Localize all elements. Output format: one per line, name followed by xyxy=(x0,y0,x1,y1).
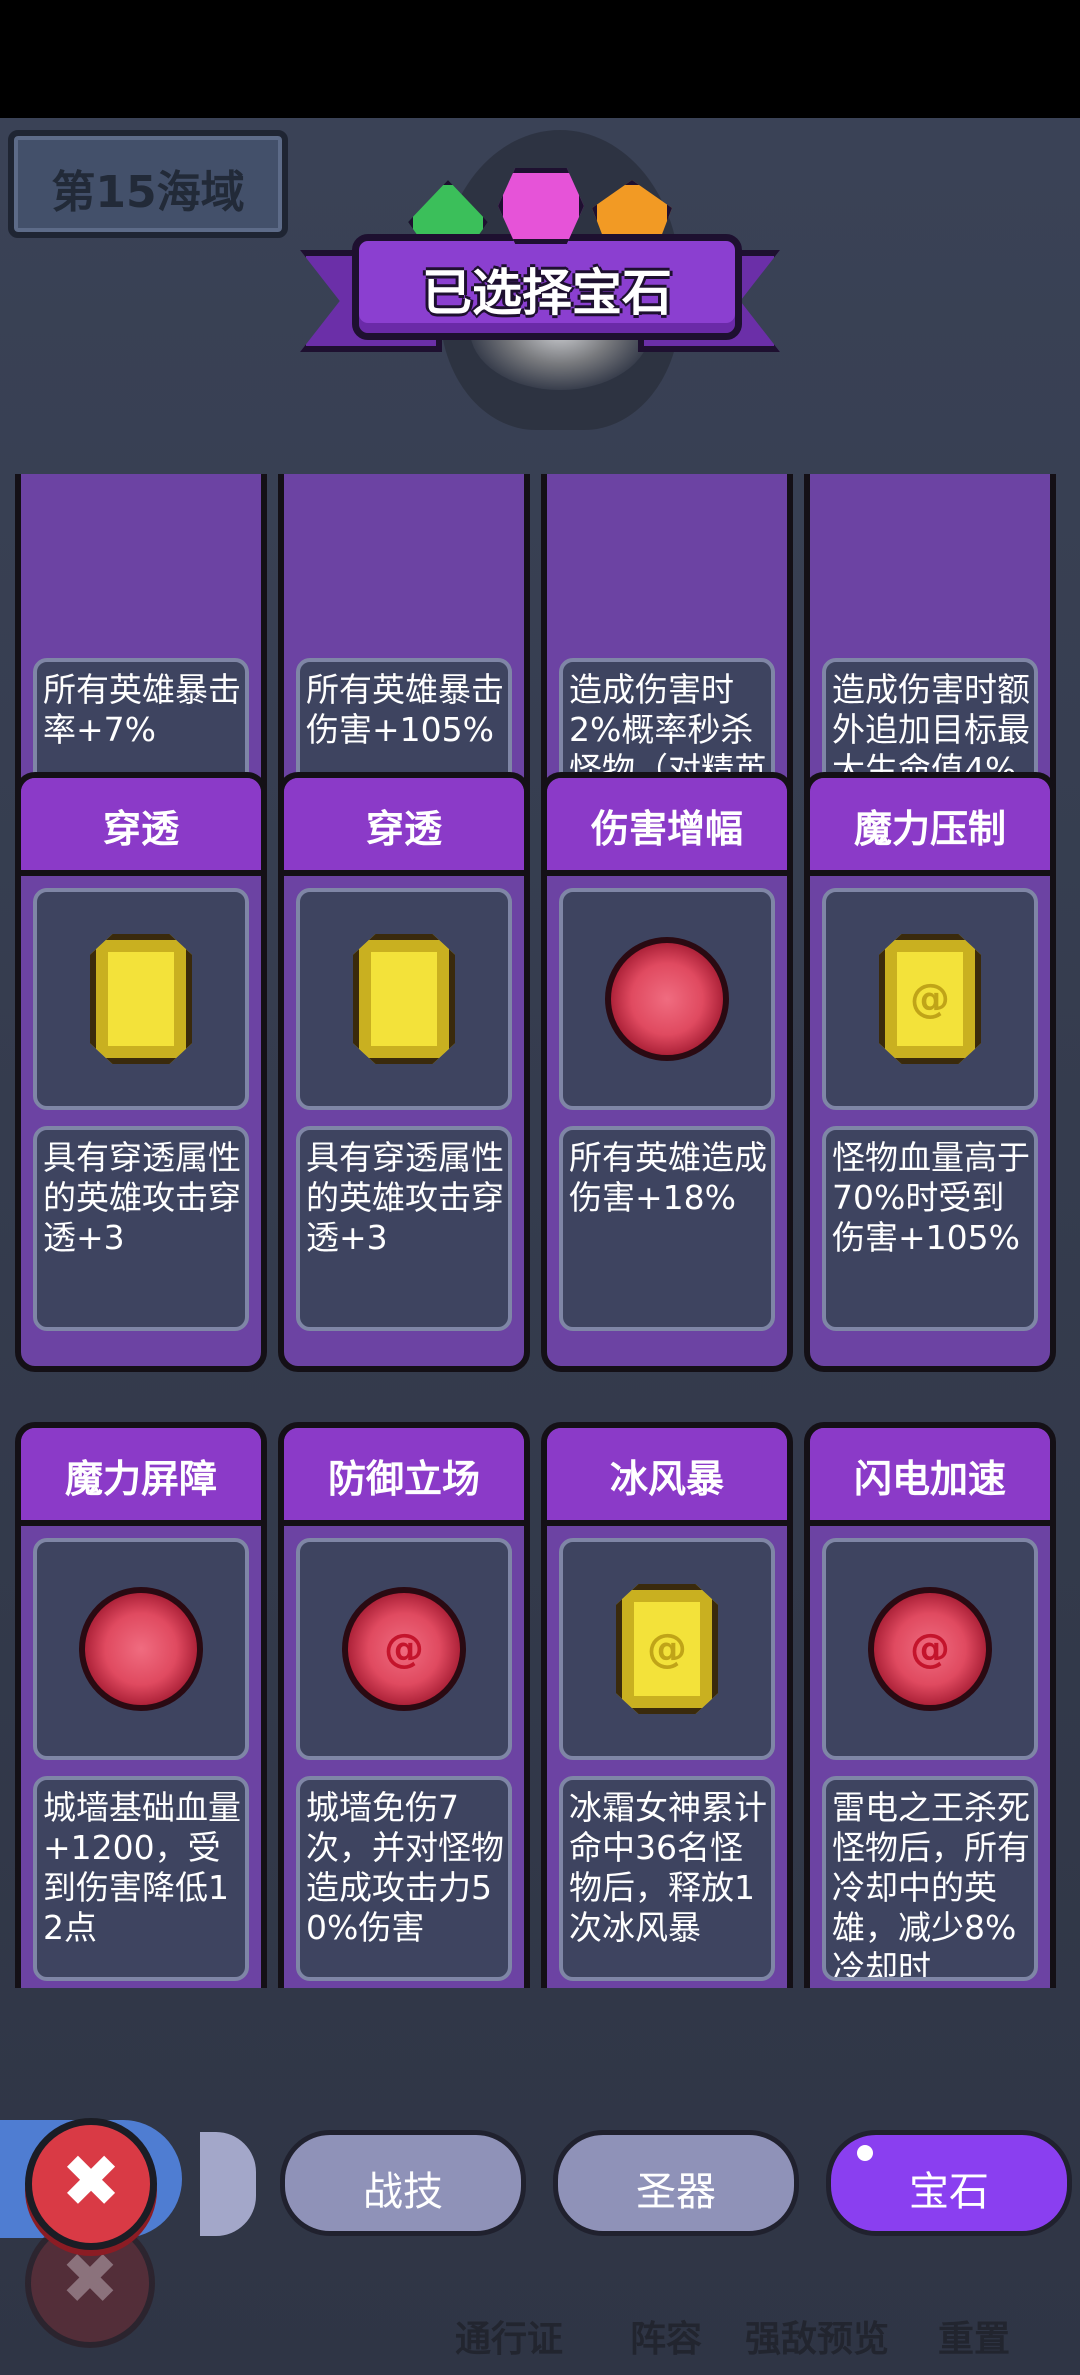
gem-description-box: 怪物血量高于70%时受到伤害+105% xyxy=(822,1126,1038,1331)
red-swirl-gem-icon: @ xyxy=(342,1587,466,1711)
gem-description: 城墙免伤7次，并对怪物造成攻击力50%伤害 xyxy=(306,1788,504,1947)
gem-card-damage-amplify[interactable]: 伤害增幅 所有英雄造成伤害+18% xyxy=(541,772,793,1372)
gem-description: 怪物血量高于70%时受到伤害+105% xyxy=(832,1138,1030,1257)
gem-card-lightning-haste[interactable]: 闪电加速 @ 雷电之王杀死怪物后，所有冷却中的英雄，减少8%冷却时 xyxy=(804,1422,1056,1988)
red-swirl-gem-icon: @ xyxy=(868,1587,992,1711)
card-title: 穿透 xyxy=(102,807,179,851)
gem-image-box xyxy=(33,1538,249,1760)
close-icon: ✖ xyxy=(60,2139,122,2223)
swirl-icon: @ xyxy=(647,1626,687,1672)
card-header: 穿透 xyxy=(21,778,261,876)
gem-image-box: @ xyxy=(822,888,1038,1110)
banner-plate: 已选择宝石 xyxy=(352,234,742,340)
gem-description: 所有英雄造成伤害+18% xyxy=(569,1138,767,1217)
gem-card-penetration-1[interactable]: 穿透 具有穿透属性的英雄攻击穿透+3 xyxy=(15,772,267,1372)
yellow-swirl-gem-icon: @ xyxy=(879,934,981,1064)
banner-title: 已选择宝石 xyxy=(422,264,672,322)
gem-description-box: 城墙基础血量+1200，受到伤害降低12点 xyxy=(33,1776,249,1981)
card-header: 魔力压制 xyxy=(810,778,1050,876)
gem-description-box: 所有英雄造成伤害+18% xyxy=(559,1126,775,1331)
close-icon: ✖ xyxy=(60,2238,120,2320)
card-header: 魔力屏障 xyxy=(21,1428,261,1526)
tab-label: 圣器 xyxy=(636,2169,716,2215)
tab-label: 战技 xyxy=(363,2169,443,2215)
gem-card-penetration-2[interactable]: 穿透 具有穿透属性的英雄攻击穿透+3 xyxy=(278,772,530,1372)
red-gem-icon xyxy=(605,937,729,1061)
gem-description-box: 具有穿透属性的英雄攻击穿透+3 xyxy=(33,1126,249,1331)
gem-description: 城墙基础血量+1200，受到伤害降低12点 xyxy=(43,1788,241,1947)
card-title: 穿透 xyxy=(365,807,442,851)
gem-image-box: @ xyxy=(296,1538,512,1760)
card-title: 魔力压制 xyxy=(853,807,1006,851)
card-title: 闪电加速 xyxy=(853,1457,1006,1501)
hidden-tab-edge[interactable] xyxy=(200,2132,256,2236)
gem-description: 所有英雄暴击伤害+105% xyxy=(306,670,504,749)
gem-image-box: @ xyxy=(559,1538,775,1760)
menu-label-pass[interactable]: 通行证 xyxy=(455,2310,563,2362)
gem-image-box xyxy=(296,888,512,1110)
yellow-gem-icon xyxy=(90,934,192,1064)
gem-description-box: 城墙免伤7次，并对怪物造成攻击力50%伤害 xyxy=(296,1776,512,1981)
card-title: 防御立场 xyxy=(327,1457,480,1501)
card-title: 魔力屏障 xyxy=(64,1457,217,1501)
menu-label-reset[interactable]: 重置 xyxy=(938,2310,1010,2362)
gem-card-defense-field[interactable]: 防御立场 @ 城墙免伤7次，并对怪物造成攻击力50%伤害 xyxy=(278,1422,530,1988)
status-bar xyxy=(0,0,1080,118)
card-header: 防御立场 xyxy=(284,1428,524,1526)
gem-description-box: 具有穿透属性的英雄攻击穿透+3 xyxy=(296,1126,512,1331)
card-header: 穿透 xyxy=(284,778,524,876)
tab-gems[interactable]: 宝石 xyxy=(826,2130,1072,2236)
card-header: 闪电加速 xyxy=(810,1428,1050,1526)
selected-gems-banner: 已选择宝石 xyxy=(300,168,780,352)
menu-label-lineup[interactable]: 阵容 xyxy=(630,2310,702,2362)
gem-description-box: 冰霜女神累计命中36名怪物后，释放1次冰风暴 xyxy=(559,1776,775,1981)
card-header: 冰风暴 xyxy=(547,1428,787,1526)
gem-description-box: 雷电之王杀死怪物后，所有冷却中的英雄，减少8%冷却时 xyxy=(822,1776,1038,1981)
gem-description: 雷电之王杀死怪物后，所有冷却中的英雄，减少8%冷却时 xyxy=(832,1788,1030,1981)
yellow-gem-icon xyxy=(353,934,455,1064)
yellow-swirl-gem-icon: @ xyxy=(616,1584,718,1714)
gem-description: 冰霜女神累计命中36名怪物后，释放1次冰风暴 xyxy=(569,1788,767,1947)
gem-card-ice-storm[interactable]: 冰风暴 @ 冰霜女神累计命中36名怪物后，释放1次冰风暴 xyxy=(541,1422,793,1988)
sea-level-label: 第15海域 xyxy=(51,167,245,218)
pink-gem-icon xyxy=(498,168,584,244)
gem-image-box: @ xyxy=(822,1538,1038,1760)
swirl-icon: @ xyxy=(910,976,950,1022)
gem-image-box xyxy=(33,888,249,1110)
red-gem-icon xyxy=(79,1587,203,1711)
gem-card-magic-suppress[interactable]: 魔力压制 @ 怪物血量高于70%时受到伤害+105% xyxy=(804,772,1056,1372)
tab-relics[interactable]: 圣器 xyxy=(553,2130,799,2236)
gem-description: 具有穿透属性的英雄攻击穿透+3 xyxy=(43,1138,241,1257)
tab-label: 宝石 xyxy=(909,2169,989,2215)
gem-card-grid[interactable]: 所有英雄暴击率+7% 所有英雄暴击伤害+105% 造成伤害时2%概率秒杀怪物（对… xyxy=(15,474,1065,1988)
card-title: 伤害增幅 xyxy=(590,807,743,851)
bottom-menu-labels: 通行证 阵容 强敌预览 重置 xyxy=(0,2310,1080,2360)
gem-image-box xyxy=(559,888,775,1110)
card-header: 伤害增幅 xyxy=(547,778,787,876)
gem-description: 具有穿透属性的英雄攻击穿透+3 xyxy=(306,1138,504,1257)
gem-card-magic-barrier[interactable]: 魔力屏障 城墙基础血量+1200，受到伤害降低12点 xyxy=(15,1422,267,1988)
menu-label-enemy-preview[interactable]: 强敌预览 xyxy=(745,2310,889,2362)
tab-skills[interactable]: 战技 xyxy=(280,2130,526,2236)
sea-level-badge: 第15海域 xyxy=(8,130,288,238)
swirl-icon: @ xyxy=(910,1626,950,1672)
gem-description: 所有英雄暴击率+7% xyxy=(43,670,241,749)
close-button[interactable]: ✖ xyxy=(25,2118,157,2250)
swirl-icon: @ xyxy=(384,1626,424,1672)
card-title: 冰风暴 xyxy=(609,1457,724,1501)
